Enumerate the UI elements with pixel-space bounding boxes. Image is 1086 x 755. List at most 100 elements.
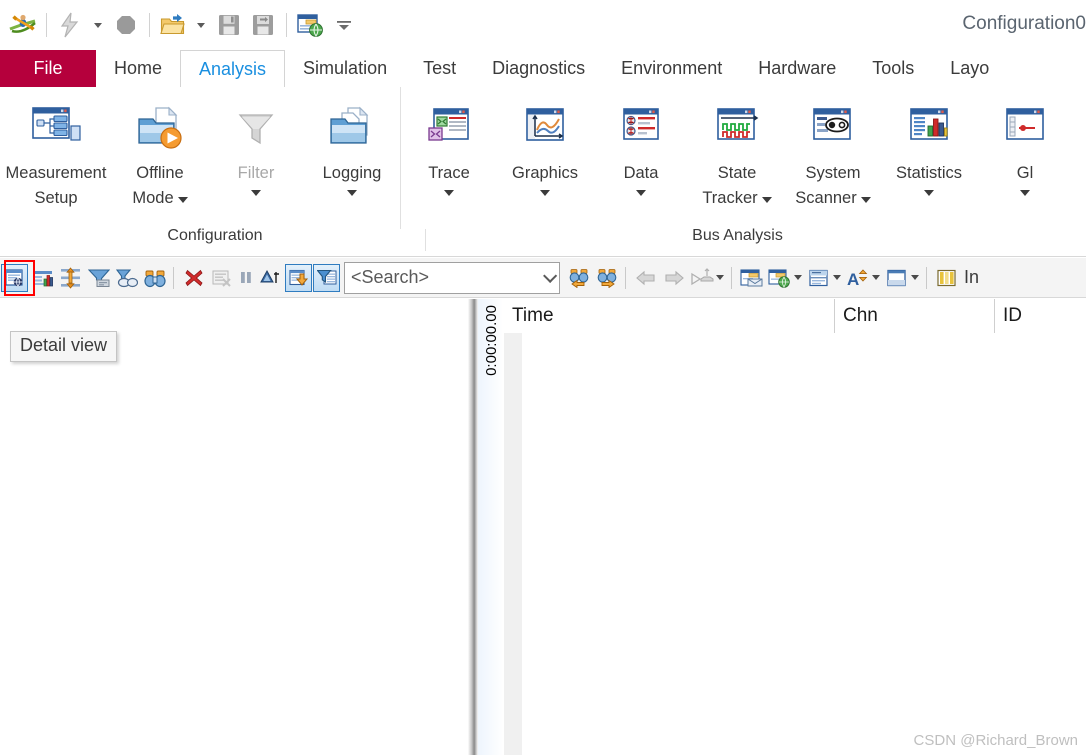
chevron-down-icon[interactable] [761,197,772,204]
save-configuration-icon[interactable] [212,8,246,42]
tab-file[interactable]: File [0,50,96,87]
tab-diagnostics[interactable]: Diagnostics [474,50,603,87]
pause-button[interactable] [236,264,256,292]
ribbon-graphics-label: Graphics [511,164,579,182]
customize-quick-access-dropdown[interactable] [327,8,361,42]
chevron-down-icon[interactable] [1020,190,1030,197]
tab-layout[interactable]: Layo [932,50,1007,87]
stop-measurement-icon[interactable] [109,8,143,42]
tab-test[interactable]: Test [405,50,474,87]
ribbon-statistics[interactable]: Statistics [881,87,977,207]
qat-divider-1 [46,13,47,37]
tab-analysis[interactable]: Analysis [180,50,286,87]
chevron-down-icon[interactable] [444,190,454,197]
time-axis-label: 0:00:00.00 [482,305,500,376]
ribbon-offline-mode-label-2-text: Mode [132,189,174,208]
ribbon-offline-mode[interactable]: Offline Mode [112,87,208,209]
app-logo-icon[interactable] [6,8,40,42]
apply-filter-button[interactable] [313,263,340,292]
find-next-button[interactable] [593,264,620,292]
ribbon-measurement-setup[interactable]: Measurement Setup [0,87,112,209]
ribbon-graphics[interactable]: Graphics [497,87,593,207]
marker-dropdown[interactable] [716,275,724,280]
ribbon-logging[interactable]: Logging [304,87,400,207]
search-input[interactable]: <Search> [344,261,560,294]
ribbon-groups: Measurement Setup Offline Mode Filter Lo… [0,87,1073,229]
ribbon-state-tracker[interactable]: State Tracker [689,87,785,209]
open-configuration-dropdown[interactable] [190,8,212,42]
detail-view-icon [4,268,23,287]
chevron-down-icon[interactable] [540,190,550,197]
ribbon-filter[interactable]: Filter [208,87,304,207]
expand-collapse-button[interactable] [57,264,84,292]
scroll-to-latest-button[interactable] [285,263,312,292]
column-config-button[interactable] [933,264,960,292]
chevron-down-icon[interactable] [636,190,646,197]
marker-button[interactable] [688,264,715,292]
system-scanner-icon [808,99,858,159]
find-previous-button[interactable] [565,264,592,292]
columns-icon [936,269,956,286]
toolbar-trailing-text: In [964,267,980,287]
chevron-down-icon[interactable] [860,197,871,204]
column-header-chn[interactable]: Chn [834,299,994,333]
ribbon-system-scanner[interactable]: System Scanner [785,87,881,209]
window-title: Configuration0 [962,13,1086,34]
tab-tools[interactable]: Tools [854,50,932,87]
tab-environment[interactable]: Environment [603,50,740,87]
chevron-down-icon[interactable] [251,190,261,197]
font-size-button[interactable]: A [844,264,871,292]
publish-icon[interactable] [293,8,327,42]
layout-button[interactable] [805,264,832,292]
panel-split-button[interactable] [883,264,910,292]
statistic-bars-icon [32,270,53,286]
state-tracker-icon [712,99,762,159]
ribbon-filter-label: Filter [237,164,275,182]
tab-simulation[interactable]: Simulation [285,50,405,87]
message-filter-button[interactable] [85,264,112,292]
panel-split-dropdown[interactable] [911,275,919,280]
clear-selection-button[interactable] [208,264,235,292]
ribbon-system-scanner-label-2: Scanner [795,188,871,209]
navigate-forward-button[interactable] [660,264,687,292]
save-configuration-as-icon[interactable] [246,8,280,42]
ribbon-trace[interactable]: Trace [401,87,497,207]
statistics-view-button[interactable] [29,264,56,292]
export-web-icon [767,268,790,288]
chevron-down-icon[interactable] [177,197,188,204]
tab-hardware[interactable]: Hardware [740,50,854,87]
ribbon-offline-mode-label-1: Offline [136,164,184,182]
export-web-button[interactable] [766,264,793,292]
delta-time-icon [259,269,279,283]
ribbon-gl-logger[interactable]: Gl [977,87,1073,207]
ribbon-group-label-configuration: Configuration [167,227,263,244]
font-size-icon: A [847,268,867,288]
tooltip: Detail view [10,331,118,362]
relative-time-button[interactable] [257,264,284,292]
start-measurement-icon[interactable] [53,8,87,42]
pane-splitter[interactable] [468,299,478,755]
column-header-id[interactable]: ID [994,299,1086,333]
export-web-dropdown[interactable] [794,275,802,280]
open-configuration-icon[interactable] [156,8,190,42]
ribbon-group-bus-analysis: Trace Graphics Data State Tracker System… [400,87,1073,229]
ribbon-data[interactable]: Data [593,87,689,207]
trace-column-header: Time Chn ID [504,299,1086,333]
column-header-time[interactable]: Time [504,299,834,333]
find-similar-button[interactable] [141,264,168,292]
tab-home[interactable]: Home [96,50,180,87]
navigate-back-button[interactable] [632,264,659,292]
start-measurement-dropdown[interactable] [87,8,109,42]
marker-icon [690,267,713,285]
layout-dropdown[interactable] [833,275,841,280]
detail-view-button[interactable] [1,263,28,292]
chevron-down-icon[interactable] [347,190,357,197]
export-button[interactable] [738,264,765,292]
pause-icon [241,271,251,283]
clear-window-button[interactable] [180,264,207,292]
ribbon-logging-label: Logging [322,164,382,182]
chevron-down-icon[interactable] [543,268,558,283]
stop-filter-button[interactable] [113,264,140,292]
chevron-down-icon[interactable] [924,190,934,197]
font-size-dropdown[interactable] [872,275,880,280]
